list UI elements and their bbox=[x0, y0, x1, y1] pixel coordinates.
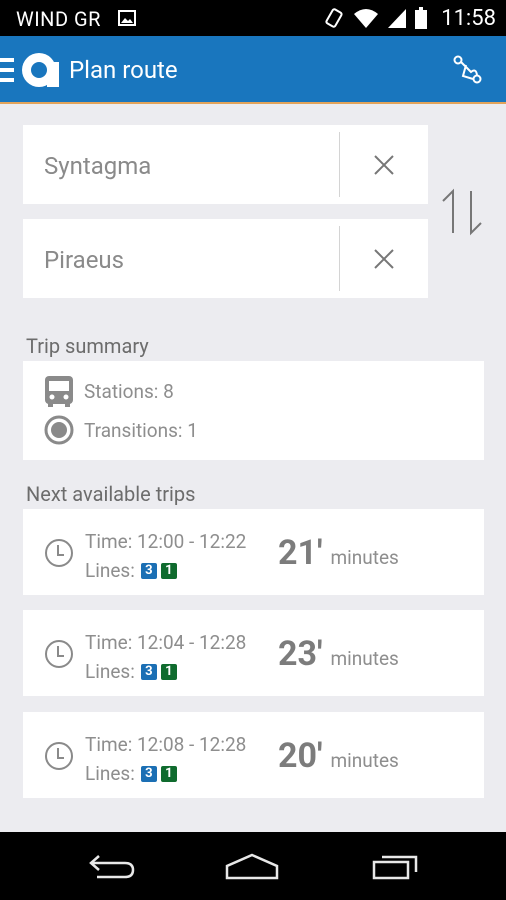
trip-lines: Lines: 3 1 bbox=[85, 559, 177, 582]
duration-value: 21′ bbox=[278, 533, 323, 573]
trip-duration: 21′ minutes bbox=[278, 533, 399, 573]
trip-card[interactable]: Time: 12:08 - 12:28 Lines: 3 1 20′ minut… bbox=[23, 712, 484, 798]
line-3-badge: 3 bbox=[140, 765, 157, 782]
page-title: Plan route bbox=[69, 56, 178, 84]
transitions-count: Transitions: 1 bbox=[84, 418, 198, 442]
duration-unit: minutes bbox=[330, 647, 399, 670]
trip-time: Time: 12:04 - 12:28 bbox=[85, 631, 247, 654]
home-icon bbox=[225, 853, 279, 880]
home-button[interactable] bbox=[222, 850, 282, 882]
trip-lines: Lines: 3 1 bbox=[85, 762, 177, 785]
clock-icon bbox=[45, 640, 73, 668]
vibrate-icon bbox=[325, 8, 343, 28]
signal-icon bbox=[388, 9, 407, 28]
bus-icon bbox=[45, 376, 73, 407]
lines-label: Lines: bbox=[85, 660, 135, 683]
close-icon bbox=[374, 154, 394, 175]
origin-field[interactable]: Syntagma bbox=[23, 125, 428, 204]
origin-input[interactable]: Syntagma bbox=[44, 152, 151, 180]
transition-icon bbox=[44, 415, 74, 445]
clear-origin-button[interactable] bbox=[340, 125, 428, 204]
line-3-badge: 3 bbox=[140, 562, 157, 579]
duration-unit: minutes bbox=[330, 749, 399, 772]
status-clock: 11:58 bbox=[441, 5, 496, 31]
status-bar: WIND GR 11:58 bbox=[0, 0, 506, 36]
trip-duration: 23′ minutes bbox=[278, 634, 399, 674]
trip-card[interactable]: Time: 12:04 - 12:28 Lines: 3 1 23′ minut… bbox=[23, 610, 484, 696]
trip-time: Time: 12:00 - 12:22 bbox=[85, 530, 247, 553]
clear-destination-button[interactable] bbox=[340, 219, 428, 298]
battery-icon bbox=[415, 7, 428, 29]
navigation-bar bbox=[0, 832, 506, 900]
trip-duration: 20′ minutes bbox=[278, 736, 399, 776]
trip-lines: Lines: 3 1 bbox=[85, 660, 177, 683]
route-map-icon[interactable] bbox=[452, 54, 484, 86]
clock-icon bbox=[45, 539, 73, 567]
trips-heading: Next available trips bbox=[26, 482, 196, 506]
back-icon bbox=[89, 855, 135, 879]
lines-label: Lines: bbox=[85, 559, 135, 582]
trip-card[interactable]: Time: 12:00 - 12:22 Lines: 3 1 21′ minut… bbox=[23, 509, 484, 595]
lines-label: Lines: bbox=[85, 762, 135, 785]
line-3-badge: 3 bbox=[140, 663, 157, 680]
close-icon bbox=[374, 248, 394, 269]
swap-route-button[interactable] bbox=[436, 184, 488, 240]
transitions-row: Transitions: 1 bbox=[44, 415, 198, 445]
recent-apps-button[interactable] bbox=[366, 850, 426, 882]
line-1-badge: 1 bbox=[160, 765, 177, 782]
image-notification-icon bbox=[118, 10, 136, 26]
line-1-badge: 1 bbox=[160, 562, 177, 579]
duration-value: 23′ bbox=[278, 634, 323, 674]
duration-unit: minutes bbox=[330, 546, 399, 569]
stations-count: Stations: 8 bbox=[84, 379, 174, 403]
app-logo-menu-icon[interactable] bbox=[0, 52, 62, 88]
recent-apps-icon bbox=[372, 855, 418, 880]
destination-field[interactable]: Piraeus bbox=[23, 219, 428, 298]
stations-row: Stations: 8 bbox=[44, 375, 174, 407]
line-1-badge: 1 bbox=[160, 663, 177, 680]
swap-arrows-icon bbox=[442, 188, 482, 236]
trip-time: Time: 12:08 - 12:28 bbox=[85, 733, 247, 756]
trip-summary-card: Stations: 8 Transitions: 1 bbox=[23, 361, 484, 460]
clock-icon bbox=[45, 742, 73, 770]
carrier-name: WIND GR bbox=[16, 7, 101, 31]
destination-input[interactable]: Piraeus bbox=[44, 246, 124, 274]
action-bar: Plan route bbox=[0, 36, 506, 104]
back-button[interactable] bbox=[82, 850, 142, 882]
duration-value: 20′ bbox=[278, 736, 323, 776]
wifi-icon bbox=[354, 9, 379, 28]
summary-heading: Trip summary bbox=[26, 334, 149, 358]
